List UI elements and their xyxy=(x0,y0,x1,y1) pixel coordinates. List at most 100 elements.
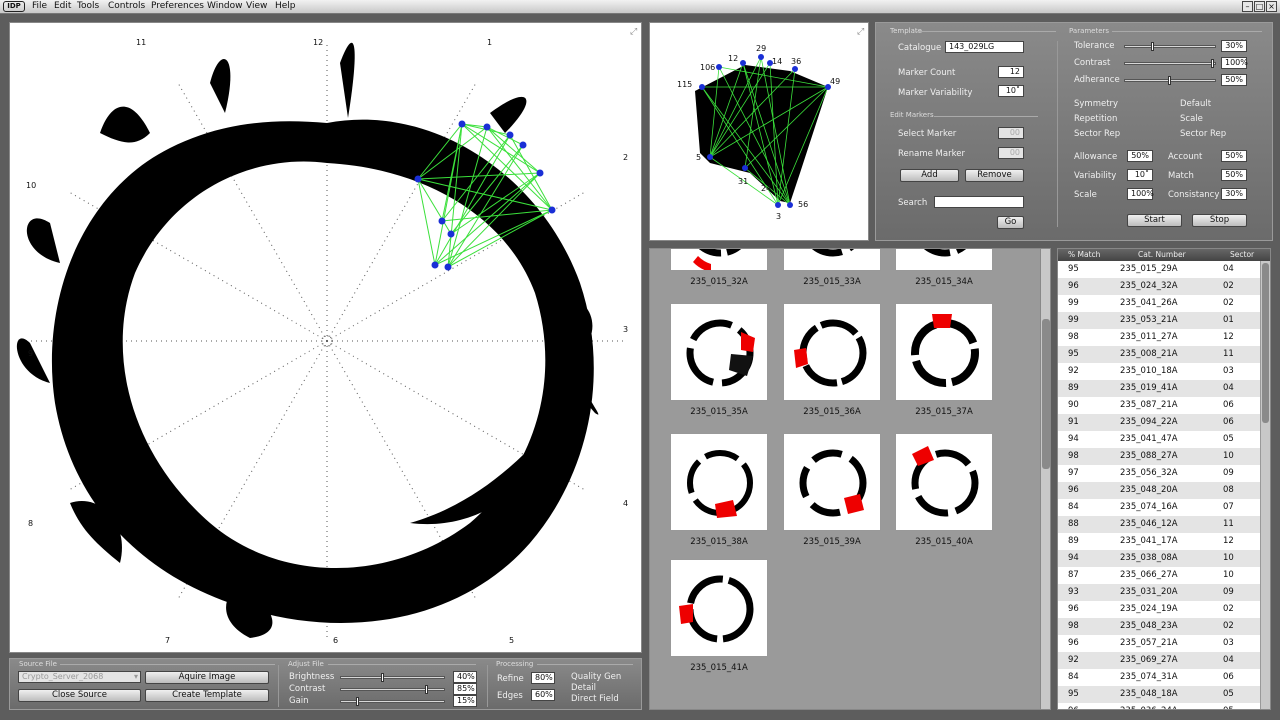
account-field[interactable]: 50% xyxy=(1221,150,1247,162)
source-server-select[interactable]: Crypto_Server_2068 ▾ xyxy=(18,671,141,683)
brightness-slider-knob[interactable] xyxy=(380,673,384,682)
aquire-image-button[interactable]: Aquire Image xyxy=(145,671,269,684)
edges-field[interactable]: 60% xyxy=(531,689,555,701)
table-row[interactable]: 95 235_015_29A 04 xyxy=(1058,261,1270,278)
select-marker-field[interactable]: 00 xyxy=(998,127,1024,139)
thumbnail[interactable]: 235_015_40A xyxy=(895,433,993,547)
thumbnail[interactable]: 235_015_36A xyxy=(783,303,881,417)
remove-button[interactable]: Remove xyxy=(965,169,1024,182)
table-row[interactable]: 95 235_008_21A 11 xyxy=(1058,346,1270,363)
thumbnail[interactable]: 235_015_37A xyxy=(895,303,993,417)
menu-help[interactable]: Help xyxy=(275,1,296,11)
table-row[interactable]: 93 235_031_20A 09 xyxy=(1058,584,1270,601)
go-button[interactable]: Go xyxy=(997,216,1024,229)
adjust-contrast-slider[interactable] xyxy=(340,685,445,694)
marker-count-field[interactable]: 12 xyxy=(998,66,1024,78)
table-row[interactable]: 88 235_046_12A 11 xyxy=(1058,516,1270,533)
thumbnail[interactable]: 235_015_35A xyxy=(670,303,768,417)
table-row[interactable]: 92 235_069_27A 04 xyxy=(1058,652,1270,669)
table-row[interactable]: 84 235_074_31A 06 xyxy=(1058,669,1270,686)
table-row[interactable]: 96 235_057_21A 03 xyxy=(1058,635,1270,652)
table-row[interactable]: 98 235_011_27A 12 xyxy=(1058,329,1270,346)
table-row[interactable]: 98 235_088_27A 10 xyxy=(1058,448,1270,465)
brightness-slider[interactable] xyxy=(340,673,445,682)
contrast-slider-knob[interactable] xyxy=(1211,59,1214,68)
catalogue-field[interactable]: 143_029LG xyxy=(945,41,1024,53)
close-source-button[interactable]: Close Source xyxy=(18,689,141,702)
table-row[interactable]: 96 235_036_24A 05 xyxy=(1058,703,1270,709)
thumbnail[interactable]: 235_015_39A xyxy=(783,433,881,547)
thumbnail[interactable]: 235_015_34A xyxy=(895,249,993,287)
sector-rep-option[interactable]: Sector Rep xyxy=(1180,129,1226,139)
table-row[interactable]: 94 235_041_47A 05 xyxy=(1058,431,1270,448)
tolerance-slider-knob[interactable] xyxy=(1150,42,1154,51)
allowance-field[interactable]: 50% xyxy=(1127,150,1153,162)
table-row[interactable]: 98 235_048_23A 02 xyxy=(1058,618,1270,635)
maximize-icon[interactable]: □ xyxy=(1254,1,1265,12)
expand-icon[interactable]: ⤢ xyxy=(629,27,637,37)
search-input[interactable] xyxy=(934,196,1024,208)
table-row[interactable]: 89 235_041_17A 12 xyxy=(1058,533,1270,550)
adjust-contrast-slider-knob[interactable] xyxy=(425,685,429,694)
table-row[interactable]: 96 235_024_19A 02 xyxy=(1058,601,1270,618)
tolerance-field[interactable]: 30% xyxy=(1221,40,1247,52)
start-button[interactable]: Start xyxy=(1127,214,1182,227)
menu-edit[interactable]: Edit xyxy=(54,1,71,11)
close-icon[interactable]: × xyxy=(1266,1,1277,12)
refine-field[interactable]: 80% xyxy=(531,672,555,684)
table-row[interactable]: 96 235_024_32A 02 xyxy=(1058,278,1270,295)
results-scrollbar-thumb[interactable] xyxy=(1262,263,1269,423)
tolerance-slider[interactable] xyxy=(1124,42,1216,51)
thumbnail[interactable]: 235_015_32A xyxy=(670,249,768,287)
menu-view[interactable]: View xyxy=(246,1,267,11)
symmetry-label[interactable]: Symmetry xyxy=(1074,99,1118,109)
adherance-slider-knob[interactable] xyxy=(1168,76,1171,85)
results-scrollbar[interactable] xyxy=(1260,261,1270,709)
contrast-slider[interactable] xyxy=(1124,59,1216,68)
create-template-button[interactable]: Create Template xyxy=(145,689,269,702)
rename-marker-field[interactable]: 00 xyxy=(998,147,1024,159)
scale-option[interactable]: Scale xyxy=(1180,114,1203,124)
expand-icon[interactable]: ⤢ xyxy=(856,27,864,37)
gain-slider-knob[interactable] xyxy=(355,697,359,706)
stop-button[interactable]: Stop xyxy=(1192,214,1247,227)
match-field[interactable]: 50% xyxy=(1221,169,1247,181)
contrast-field[interactable]: 100% xyxy=(1221,57,1248,69)
direct-field-option[interactable]: Direct Field xyxy=(571,694,619,704)
table-row[interactable]: 91 235_094_22A 06 xyxy=(1058,414,1270,431)
thumbnail[interactable]: 235_015_33A xyxy=(783,249,881,287)
table-row[interactable]: 89 235_019_41A 04 xyxy=(1058,380,1270,397)
gain-slider[interactable] xyxy=(340,697,445,706)
consistancy-field[interactable]: 30% xyxy=(1221,188,1247,200)
table-row[interactable]: 96 235_048_20A 08 xyxy=(1058,482,1270,499)
menu-tools[interactable]: Tools xyxy=(77,1,99,11)
sector-rep-label[interactable]: Sector Rep xyxy=(1074,129,1120,139)
quality-gen-option[interactable]: Quality Gen xyxy=(571,672,621,682)
menu-preferences[interactable]: Preferences xyxy=(151,1,204,11)
col-header-cat-number[interactable]: Cat. Number xyxy=(1138,249,1186,261)
default-label[interactable]: Default xyxy=(1180,99,1211,109)
table-row[interactable]: 87 235_066_27A 10 xyxy=(1058,567,1270,584)
marker-variability-field[interactable]: 10˚ xyxy=(998,85,1024,97)
table-row[interactable]: 97 235_056_32A 09 xyxy=(1058,465,1270,482)
adherance-field[interactable]: 50% xyxy=(1221,74,1247,86)
table-row[interactable]: 95 235_048_18A 05 xyxy=(1058,686,1270,703)
col-header-match[interactable]: % Match xyxy=(1068,249,1100,261)
adjust-contrast-field[interactable]: 85% xyxy=(453,683,477,695)
thumbnail[interactable]: 235_015_41A xyxy=(670,559,768,673)
menu-controls[interactable]: Controls xyxy=(108,1,145,11)
add-button[interactable]: Add xyxy=(900,169,959,182)
main-image-view[interactable]: 12 1 2 3 4 5 6 7 8 9 10 11 ⤢ xyxy=(9,22,642,653)
gain-field[interactable]: 15% xyxy=(453,695,477,707)
thumbnail-scrollbar[interactable] xyxy=(1040,249,1050,709)
table-row[interactable]: 99 235_041_26A 02 xyxy=(1058,295,1270,312)
table-row[interactable]: 90 235_087_21A 06 xyxy=(1058,397,1270,414)
repetition-label[interactable]: Repetition xyxy=(1074,114,1117,124)
menu-window[interactable]: Window xyxy=(207,1,243,11)
thumbnail-scrollbar-thumb[interactable] xyxy=(1042,319,1050,469)
table-row[interactable]: 92 235_010_18A 03 xyxy=(1058,363,1270,380)
adherance-slider[interactable] xyxy=(1124,76,1216,85)
table-row[interactable]: 84 235_074_16A 07 xyxy=(1058,499,1270,516)
thumbnail[interactable]: 235_015_38A xyxy=(670,433,768,547)
scale-field[interactable]: 100% xyxy=(1127,188,1154,200)
